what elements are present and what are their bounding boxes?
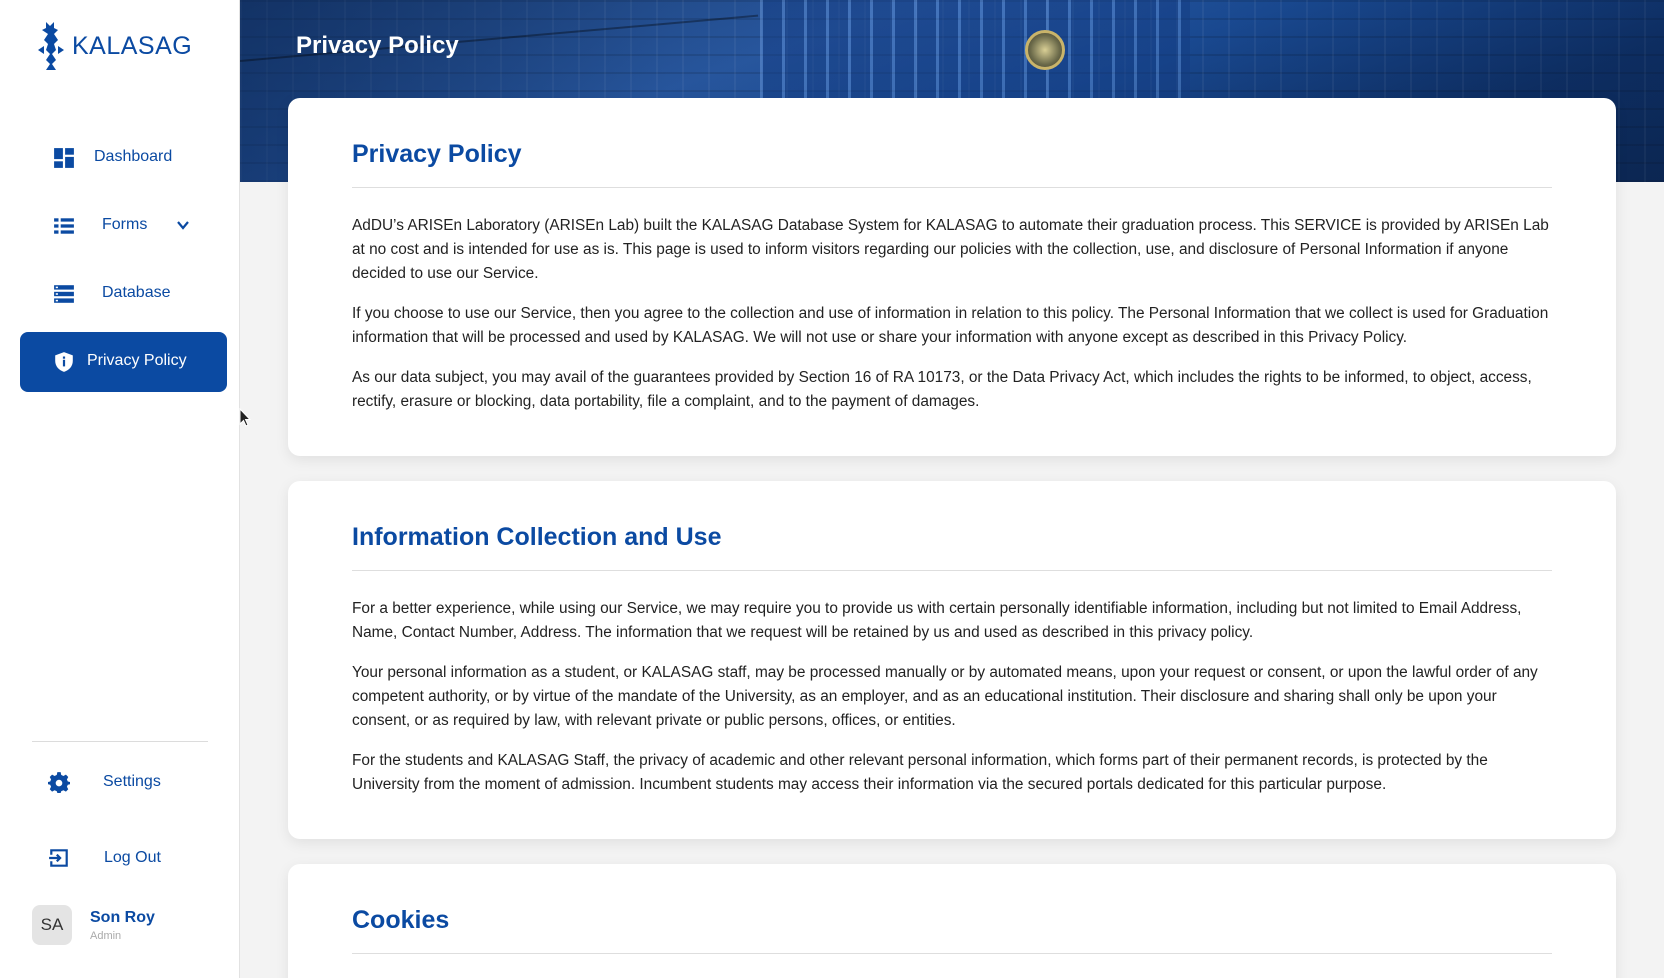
chevron-down-icon[interactable] [176, 218, 190, 232]
information-collection-card: Information Collection and Use For a bet… [288, 481, 1616, 839]
kalasag-logo-icon [38, 22, 64, 70]
sidebar-item-database[interactable]: Database [20, 264, 227, 324]
logout-button[interactable]: Log Out [48, 847, 161, 869]
section-paragraph: For a better experience, while using our… [352, 600, 1522, 641]
user-profile[interactable]: SA Son Roy Admin [32, 905, 155, 945]
logout-label: Log Out [104, 849, 161, 866]
section-paragraph: AdDU’s ARISEn Laboratory (ARISEn Lab) bu… [352, 217, 1549, 282]
section-paragraph: For the students and KALASAG Staff, the … [352, 752, 1488, 793]
mouse-cursor-icon [239, 408, 251, 427]
user-role: Admin [90, 929, 122, 942]
user-info: Son Roy Admin [90, 909, 155, 942]
section-paragraph: As our data subject, you may avail of th… [352, 369, 1532, 410]
sidebar-nav: Dashboard Forms Database Privacy Policy [20, 128, 227, 400]
dashboard-icon [54, 148, 74, 168]
gear-icon [48, 772, 70, 793]
cookies-card: Cookies [288, 864, 1616, 978]
section-paragraph: If you choose to use our Service, then y… [352, 305, 1549, 346]
user-name: Son Roy [90, 908, 155, 926]
database-icon [54, 285, 74, 303]
section-title: Cookies [352, 864, 1552, 954]
logout-icon [49, 849, 68, 867]
app-name: KALASAG [72, 31, 193, 60]
privacy-policy-card: Privacy Policy AdDU’s ARISEn Laboratory … [288, 98, 1616, 456]
section-title: Information Collection and Use [352, 481, 1552, 571]
section-title: Privacy Policy [352, 98, 1552, 188]
kalasag-logo[interactable]: KALASAG [36, 20, 192, 72]
shield-icon [55, 352, 73, 372]
section-paragraph: Your personal information as a student, … [352, 664, 1538, 729]
sidebar-item-dashboard[interactable]: Dashboard [20, 128, 227, 188]
avatar: SA [32, 905, 72, 945]
sidebar-item-forms[interactable]: Forms [20, 196, 227, 256]
sidebar-divider [32, 741, 208, 742]
seal-icon [1025, 30, 1065, 70]
sidebar-item-label: Dashboard [94, 148, 173, 165]
sidebar-item-privacy-policy[interactable]: Privacy Policy [20, 332, 227, 392]
sidebar: KALASAG Dashboard Forms Database Privacy… [0, 0, 240, 978]
page-title: Privacy Policy [296, 32, 459, 59]
settings-button[interactable]: Settings [48, 771, 161, 793]
settings-label: Settings [103, 773, 161, 790]
sidebar-item-label: Privacy Policy [87, 352, 187, 369]
list-icon [54, 218, 74, 234]
sidebar-item-label: Database [102, 284, 171, 301]
sidebar-item-label: Forms [102, 216, 148, 233]
